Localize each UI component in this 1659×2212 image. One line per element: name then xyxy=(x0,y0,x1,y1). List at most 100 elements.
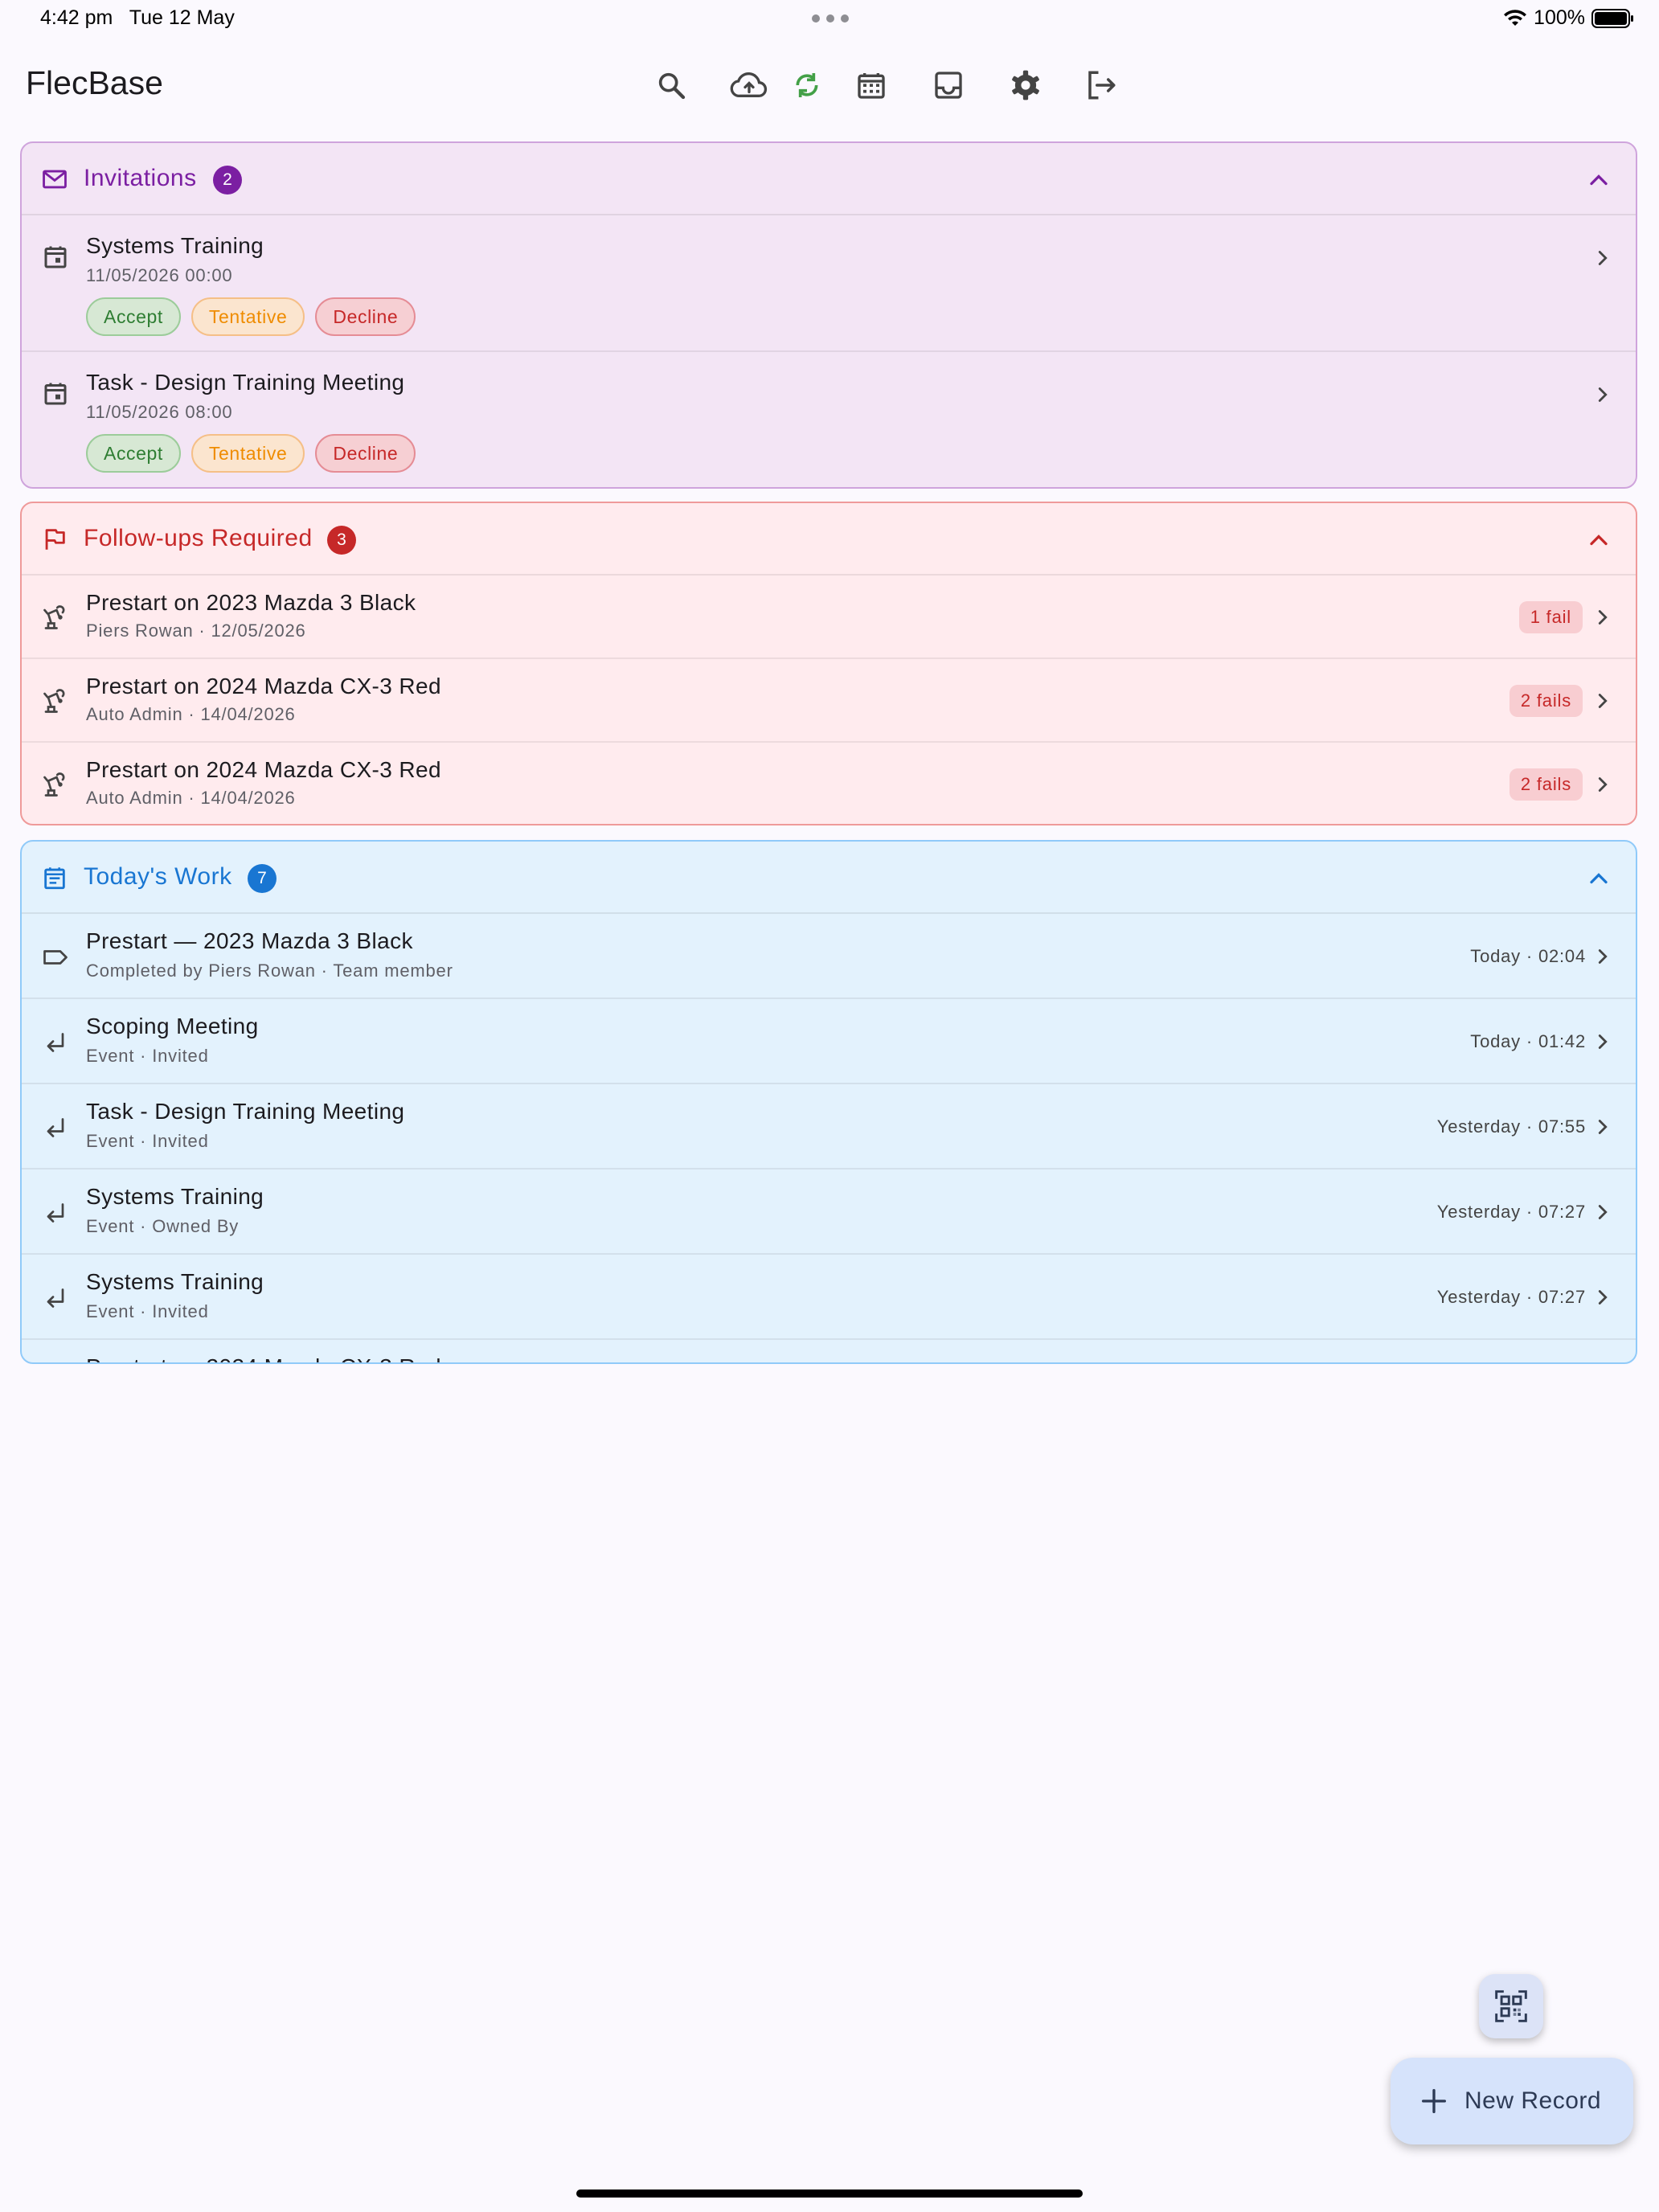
chevron-right-icon xyxy=(1591,772,1615,797)
app-bar: FlecBase xyxy=(0,48,1659,121)
invitation-datetime: 11/05/2026 08:00 xyxy=(86,402,233,422)
battery-icon xyxy=(1591,8,1635,29)
upload-button[interactable] xyxy=(727,63,772,108)
followup-item[interactable]: Prestart on 2024 Mazda CX-3 Red Auto Adm… xyxy=(22,743,1636,824)
fail-count-badge: 2 fails xyxy=(1509,685,1583,717)
wifi-icon xyxy=(1503,9,1527,27)
followup-title: Prestart on 2024 Mazda CX-3 Red xyxy=(86,757,441,782)
invitations-header[interactable]: Invitations 2 xyxy=(22,143,1636,215)
todays-work-header[interactable]: Today's Work 7 xyxy=(22,842,1636,914)
invitations-count-badge: 2 xyxy=(213,166,242,195)
search-button[interactable] xyxy=(649,63,694,108)
mail-icon xyxy=(41,166,68,193)
inbox-icon xyxy=(932,69,965,101)
status-time: 4:42 pm Tue 12 May xyxy=(40,6,235,29)
sync-icon xyxy=(791,69,823,101)
settings-icon xyxy=(1009,68,1043,102)
label-icon xyxy=(41,943,70,972)
inbox-button[interactable] xyxy=(926,63,971,108)
followup-item[interactable]: Prestart on 2024 Mazda CX-3 Red Auto Adm… xyxy=(22,659,1636,743)
precision-tool-icon xyxy=(41,603,70,632)
invitation-datetime: 11/05/2026 00:00 xyxy=(86,265,233,285)
followup-subtitle: Auto Admin · 14/04/2026 xyxy=(86,704,296,724)
app-title: FlecBase xyxy=(26,64,163,101)
work-item[interactable]: Scoping Meeting Event · Invited Today · … xyxy=(22,999,1636,1084)
calendar-button[interactable] xyxy=(849,63,894,108)
work-item-time: Yesterday · 07:55 xyxy=(1436,1116,1586,1137)
chevron-up-icon[interactable] xyxy=(1584,526,1613,555)
work-item[interactable]: Systems Training Event · Invited Yesterd… xyxy=(22,1255,1636,1340)
sync-button[interactable] xyxy=(784,63,830,108)
work-item-title: Prestart on 2024 Mazda CX-3 Red xyxy=(86,1354,441,1362)
chevron-right-icon xyxy=(1591,1285,1615,1309)
work-item-subtitle: Completed by Piers Rowan · Team member xyxy=(86,961,453,981)
accept-button[interactable]: Accept xyxy=(86,297,181,336)
precision-tool-icon xyxy=(41,686,70,715)
home-indicator[interactable] xyxy=(576,2189,1083,2198)
invitation-item[interactable]: Systems Training 11/05/2026 00:00 Accept… xyxy=(22,215,1636,352)
work-item-title: Systems Training xyxy=(86,1184,264,1209)
battery-percent: 100% xyxy=(1534,6,1585,29)
work-item-title: Systems Training xyxy=(86,1269,264,1294)
settings-button[interactable] xyxy=(1003,63,1048,108)
scan-qr-button[interactable] xyxy=(1479,1974,1543,2038)
cloud-upload-icon xyxy=(729,69,769,101)
followups-count-badge: 3 xyxy=(327,526,356,555)
todays-work-title: Today's Work xyxy=(84,863,232,890)
flag-icon xyxy=(41,526,68,553)
work-item-time: Today · 01:42 xyxy=(1470,1031,1586,1051)
work-item-time: Yesterday · 07:27 xyxy=(1436,1287,1586,1307)
work-item-subtitle: Event · Invited xyxy=(86,1301,209,1321)
chevron-up-icon[interactable] xyxy=(1584,864,1613,893)
chevron-up-icon[interactable] xyxy=(1584,166,1613,195)
followups-title: Follow-ups Required xyxy=(84,525,313,551)
work-item[interactable]: Prestart on 2024 Mazda CX-3 Red xyxy=(22,1340,1636,1362)
multitasking-dots[interactable] xyxy=(812,14,849,23)
return-arrow-icon xyxy=(41,1284,70,1313)
event-icon xyxy=(41,379,70,408)
work-item-subtitle: Event · Invited xyxy=(86,1046,209,1066)
rsvp-chips: Accept Tentative Decline xyxy=(86,297,416,336)
logout-button[interactable] xyxy=(1079,63,1124,108)
return-arrow-icon xyxy=(41,1113,70,1142)
work-item-subtitle: Event · Invited xyxy=(86,1131,209,1151)
followup-title: Prestart on 2023 Mazda 3 Black xyxy=(86,590,416,615)
work-item-title: Task - Design Training Meeting xyxy=(86,1099,405,1124)
invitation-title: Systems Training xyxy=(86,233,264,258)
work-item[interactable]: Prestart — 2023 Mazda 3 Black Completed … xyxy=(22,914,1636,999)
calendar-icon xyxy=(855,69,887,101)
qr-scan-icon xyxy=(1493,1989,1529,2024)
chevron-right-icon xyxy=(1591,1030,1615,1054)
new-record-label: New Record xyxy=(1464,2087,1602,2114)
followup-subtitle: Piers Rowan · 12/05/2026 xyxy=(86,621,306,641)
work-item[interactable]: Systems Training Event · Owned By Yester… xyxy=(22,1169,1636,1255)
tentative-button[interactable]: Tentative xyxy=(190,297,305,336)
chevron-right-icon xyxy=(1591,1115,1615,1139)
new-record-button[interactable]: New Record xyxy=(1391,2058,1633,2144)
search-icon xyxy=(655,69,687,101)
work-item-title: Prestart — 2023 Mazda 3 Black xyxy=(86,928,413,953)
fail-count-badge: 1 fail xyxy=(1518,601,1583,633)
event-icon xyxy=(41,243,70,272)
tentative-button[interactable]: Tentative xyxy=(190,434,305,473)
chevron-right-icon xyxy=(1591,383,1615,407)
invitations-section: Invitations 2 Systems Training 11/05/202… xyxy=(20,141,1637,489)
agenda-icon xyxy=(41,864,68,891)
followup-item[interactable]: Prestart on 2023 Mazda 3 Black Piers Row… xyxy=(22,576,1636,659)
invitation-item[interactable]: Task - Design Training Meeting 11/05/202… xyxy=(22,352,1636,487)
decline-button[interactable]: Decline xyxy=(315,434,416,473)
fail-count-badge: 2 fails xyxy=(1509,768,1583,801)
followup-subtitle: Auto Admin · 14/04/2026 xyxy=(86,788,296,808)
precision-tool-icon xyxy=(41,770,70,799)
decline-button[interactable]: Decline xyxy=(315,297,416,336)
followups-header[interactable]: Follow-ups Required 3 xyxy=(22,503,1636,576)
rsvp-chips: Accept Tentative Decline xyxy=(86,434,416,473)
accept-button[interactable]: Accept xyxy=(86,434,181,473)
followups-section: Follow-ups Required 3 Prestart on 2023 M… xyxy=(20,502,1637,825)
invitation-title: Task - Design Training Meeting xyxy=(86,370,405,395)
chevron-right-icon xyxy=(1591,246,1615,270)
chevron-right-icon xyxy=(1591,689,1615,713)
return-arrow-icon xyxy=(41,1198,70,1227)
work-item[interactable]: Task - Design Training Meeting Event · I… xyxy=(22,1084,1636,1169)
work-item-subtitle: Event · Owned By xyxy=(86,1216,240,1236)
